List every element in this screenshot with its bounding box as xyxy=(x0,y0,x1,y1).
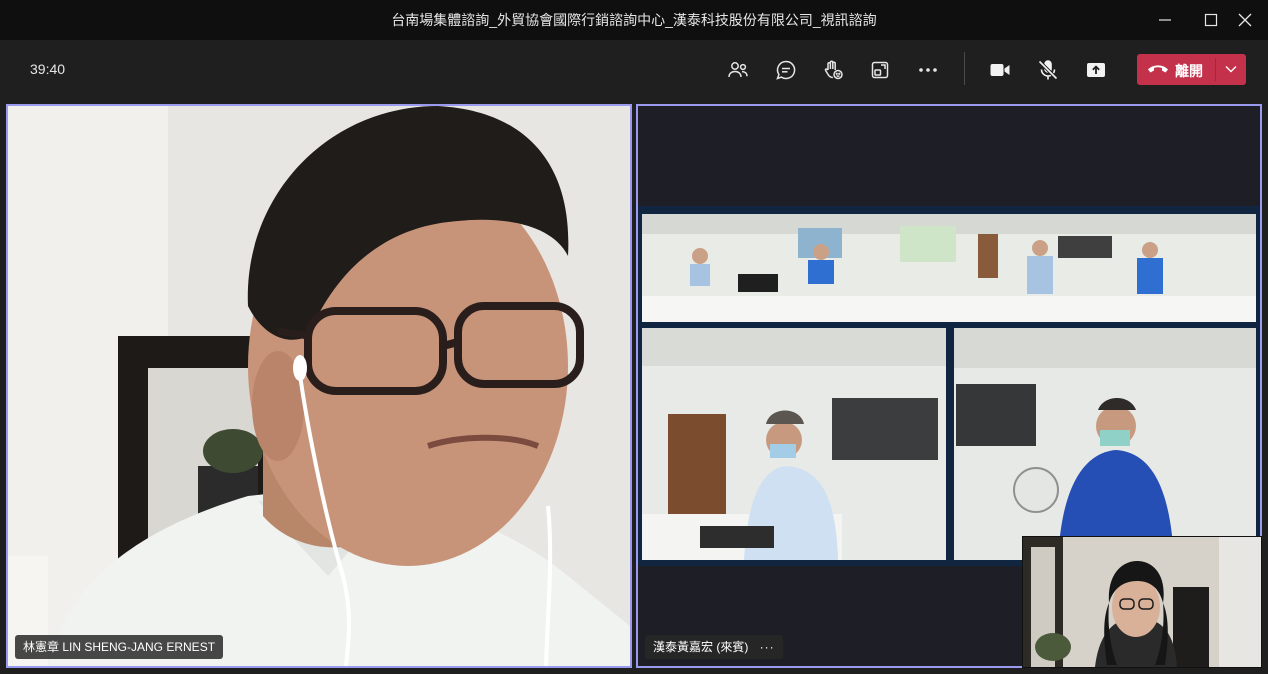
maximize-icon xyxy=(1204,13,1218,27)
participant-video-left xyxy=(8,106,630,666)
window-title: 台南場集體諮詢_外貿協會國際行銷諮詢中心_漢泰科技股份有限公司_視訊諮詢 xyxy=(391,12,877,28)
meeting-toolbar: 39:40 離開 xyxy=(0,40,1268,102)
leave-label: 離開 xyxy=(1175,63,1203,79)
title-bar: 台南場集體諮詢_外貿協會國際行銷諮詢中心_漢泰科技股份有限公司_視訊諮詢 xyxy=(0,0,1268,40)
share-icon xyxy=(1087,63,1105,77)
participants-icon xyxy=(728,62,748,78)
leave-button[interactable]: 離開 xyxy=(1137,54,1215,85)
microphone-button[interactable] xyxy=(1030,53,1066,87)
participant-name-tag: 漢泰黃嘉宏 (來賓) ··· xyxy=(645,635,783,659)
close-icon xyxy=(1238,13,1252,27)
chat-icon xyxy=(776,60,796,80)
chat-button[interactable] xyxy=(768,53,804,87)
chevron-down-icon xyxy=(1225,66,1237,73)
video-tile-left[interactable]: 林憲章 LIN SHENG-JANG ERNEST xyxy=(6,104,632,668)
raise-hand-icon xyxy=(824,60,843,80)
participant-name: 林憲章 LIN SHENG-JANG ERNEST xyxy=(23,640,216,654)
more-actions-button[interactable] xyxy=(910,53,946,87)
rooms-icon xyxy=(871,61,889,79)
breakout-rooms-button[interactable] xyxy=(862,53,898,87)
minimize-button[interactable] xyxy=(1142,0,1188,40)
camera-button[interactable] xyxy=(982,53,1018,87)
self-view-video[interactable] xyxy=(1022,536,1262,668)
meeting-timer: 39:40 xyxy=(30,61,66,77)
more-icon xyxy=(919,68,937,72)
mic-off-icon xyxy=(1038,60,1058,80)
minimize-icon xyxy=(1159,19,1171,21)
hang-up-icon xyxy=(1148,65,1168,73)
close-button[interactable] xyxy=(1222,0,1268,40)
participant-name: 漢泰黃嘉宏 (來賓) xyxy=(653,640,749,654)
leave-button-group: 離開 xyxy=(1137,54,1246,85)
participant-more-button[interactable]: ··· xyxy=(760,635,775,659)
toolbar-divider xyxy=(964,52,965,85)
raise-hand-button[interactable] xyxy=(815,53,851,87)
self-view-image xyxy=(1023,537,1261,667)
leave-options-button[interactable] xyxy=(1216,54,1246,85)
camera-icon xyxy=(990,64,1010,76)
participant-name-tag: 林憲章 LIN SHENG-JANG ERNEST xyxy=(15,635,224,659)
share-content-button[interactable] xyxy=(1078,53,1114,87)
participants-button[interactable] xyxy=(720,53,756,87)
